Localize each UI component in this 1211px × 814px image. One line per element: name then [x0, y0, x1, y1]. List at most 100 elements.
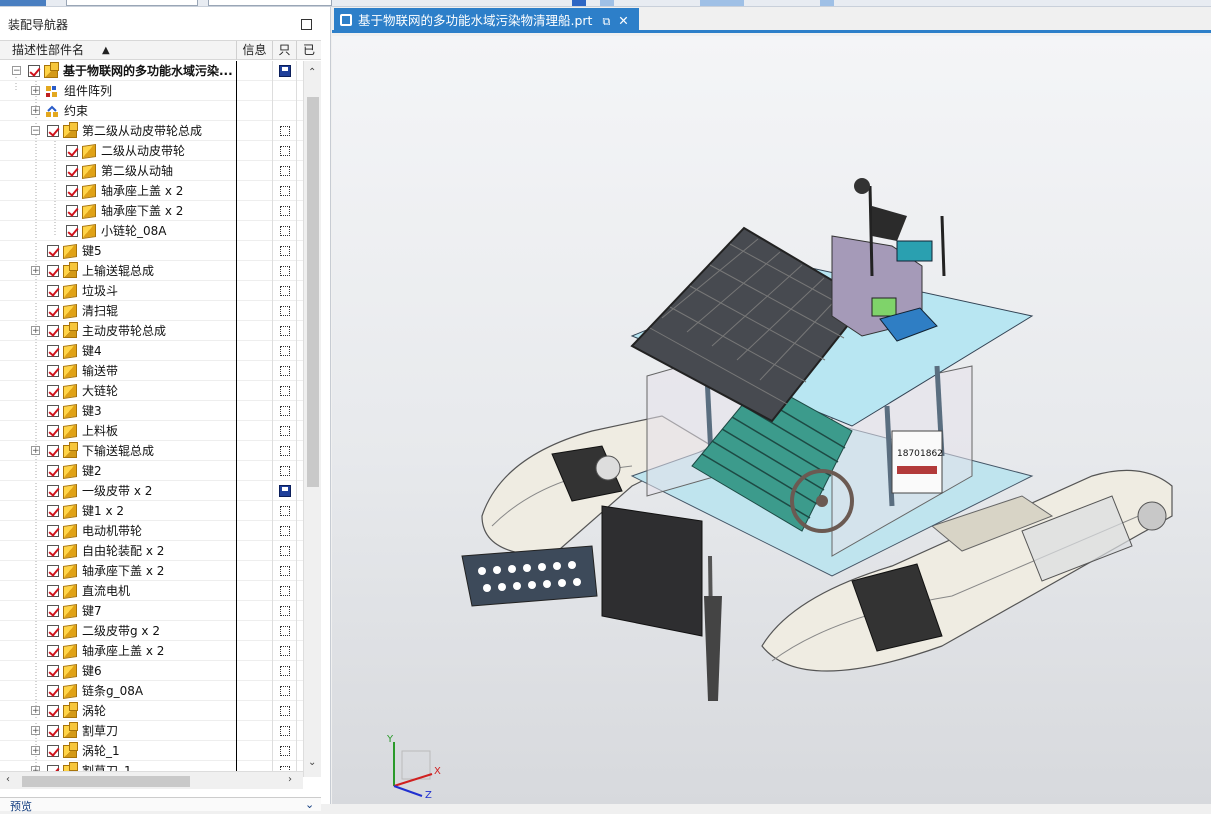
expand-icon[interactable]: + — [31, 266, 40, 276]
chevron-down-icon[interactable]: ⌄ — [305, 798, 314, 811]
visibility-checkbox[interactable] — [47, 125, 59, 137]
expand-icon[interactable]: + — [31, 106, 40, 116]
preview-section-header[interactable]: 预览 ⌄ — [0, 797, 321, 813]
scroll-right-icon[interactable]: › — [288, 774, 292, 785]
visibility-checkbox[interactable] — [47, 465, 59, 477]
visibility-checkbox[interactable] — [47, 365, 59, 377]
visibility-checkbox[interactable] — [47, 325, 59, 337]
visibility-checkbox[interactable] — [47, 345, 59, 357]
tree-row[interactable]: + 主动皮带轮总成 — [0, 321, 303, 341]
tree-row[interactable]: + 涡轮_1 — [0, 741, 303, 761]
column-readonly-header[interactable]: 只 — [273, 41, 297, 60]
visibility-checkbox[interactable] — [47, 525, 59, 537]
tree-row[interactable]: 轴承座上盖 x 2 — [0, 181, 303, 201]
visibility-checkbox[interactable] — [47, 285, 59, 297]
toolbar-combo-1[interactable] — [66, 0, 198, 6]
scrollbar-thumb[interactable] — [22, 776, 190, 787]
tree-row[interactable]: + 组件阵列 — [0, 81, 303, 101]
visibility-checkbox[interactable] — [47, 645, 59, 657]
toolbar-button[interactable] — [600, 0, 614, 6]
tree-row[interactable]: 电动机带轮 — [0, 521, 303, 541]
scrollbar-thumb[interactable] — [307, 97, 319, 487]
visibility-checkbox[interactable] — [47, 305, 59, 317]
visibility-checkbox[interactable] — [47, 445, 59, 457]
close-icon[interactable]: ✕ — [618, 8, 628, 33]
tree-row[interactable]: + 下输送辊总成 — [0, 441, 303, 461]
navigator-horizontal-scrollbar[interactable]: ‹ › — [0, 771, 303, 789]
visibility-checkbox[interactable] — [66, 225, 78, 237]
tree-row[interactable]: 垃圾斗 — [0, 281, 303, 301]
visibility-checkbox[interactable] — [47, 245, 59, 257]
tree-row[interactable]: + 割草刀_1 — [0, 761, 303, 771]
expand-icon[interactable]: + — [31, 86, 40, 96]
toolbar-button[interactable] — [572, 0, 586, 6]
tree-row[interactable]: 键1 x 2 — [0, 501, 303, 521]
tree-row[interactable]: 大链轮 — [0, 381, 303, 401]
collapse-icon[interactable]: − — [31, 126, 40, 136]
tree-row[interactable]: + 割草刀 — [0, 721, 303, 741]
visibility-checkbox[interactable] — [47, 425, 59, 437]
toolbar-button[interactable] — [820, 0, 834, 6]
column-name-header[interactable]: 描述性部件名 ▲ — [0, 41, 237, 60]
ribbon-tab[interactable] — [0, 0, 46, 6]
tree-row[interactable]: − 基于物联网的多功能水域污染... — [0, 61, 303, 81]
visibility-checkbox[interactable] — [47, 745, 59, 757]
scroll-up-icon[interactable]: ⌃ — [308, 67, 316, 78]
collapse-icon[interactable]: − — [12, 66, 21, 76]
navigator-vertical-scrollbar[interactable]: ⌃ ⌄ — [303, 61, 321, 777]
tree-row[interactable]: 输送带 — [0, 361, 303, 381]
tree-row[interactable]: 轴承座下盖 x 2 — [0, 561, 303, 581]
visibility-checkbox[interactable] — [47, 265, 59, 277]
tree-row[interactable]: 清扫辊 — [0, 301, 303, 321]
tree-row[interactable]: − 第二级从动皮带轮总成 — [0, 121, 303, 141]
expand-icon[interactable]: + — [31, 706, 40, 716]
expand-icon[interactable]: + — [31, 726, 40, 736]
visibility-checkbox[interactable] — [47, 705, 59, 717]
visibility-checkbox[interactable] — [66, 145, 78, 157]
visibility-checkbox[interactable] — [47, 585, 59, 597]
tree-row[interactable]: + 涡轮 — [0, 701, 303, 721]
tree-row[interactable]: 键4 — [0, 341, 303, 361]
tree-row[interactable]: 上料板 — [0, 421, 303, 441]
tree-row[interactable]: 小链轮_08A — [0, 221, 303, 241]
visibility-checkbox[interactable] — [47, 565, 59, 577]
document-tab[interactable]: 基于物联网的多功能水域污染物清理船.prt ⧉ ✕ — [334, 8, 639, 33]
tree-row[interactable]: 键2 — [0, 461, 303, 481]
visibility-checkbox[interactable] — [66, 185, 78, 197]
scroll-left-icon[interactable]: ‹ — [6, 774, 10, 785]
column-modified-header[interactable]: 已 — [297, 41, 321, 60]
tree-row[interactable]: 一级皮带 x 2 — [0, 481, 303, 501]
tree-row[interactable]: + 上输送辊总成 — [0, 261, 303, 281]
expand-icon[interactable]: + — [31, 326, 40, 336]
tree-row[interactable]: + 约束 — [0, 101, 303, 121]
visibility-checkbox[interactable] — [47, 545, 59, 557]
tree-row[interactable]: 键7 — [0, 601, 303, 621]
tree-row[interactable]: 轴承座上盖 x 2 — [0, 641, 303, 661]
tree-row[interactable]: 二级皮带g x 2 — [0, 621, 303, 641]
popout-icon[interactable]: ⧉ — [602, 9, 610, 34]
visibility-checkbox[interactable] — [47, 685, 59, 697]
visibility-checkbox[interactable] — [47, 665, 59, 677]
tree-row[interactable]: 键3 — [0, 401, 303, 421]
tree-row[interactable]: 直流电机 — [0, 581, 303, 601]
toolbar-button[interactable] — [700, 0, 744, 6]
tree-row[interactable]: 轴承座下盖 x 2 — [0, 201, 303, 221]
maximize-icon[interactable] — [301, 19, 312, 30]
tree-row[interactable]: 链条g_08A — [0, 681, 303, 701]
toolbar-combo-2[interactable] — [208, 0, 332, 6]
graphics-viewport[interactable]: 1870 1862 Y X Z — [332, 36, 1211, 804]
visibility-checkbox[interactable] — [47, 405, 59, 417]
visibility-checkbox[interactable] — [47, 725, 59, 737]
column-info-header[interactable]: 信息 — [237, 41, 273, 60]
visibility-checkbox[interactable] — [28, 65, 40, 77]
visibility-checkbox[interactable] — [47, 605, 59, 617]
tree-row[interactable]: 二级从动皮带轮 — [0, 141, 303, 161]
tree-row[interactable]: 键5 — [0, 241, 303, 261]
expand-icon[interactable]: + — [31, 746, 40, 756]
tree-row[interactable]: 键6 — [0, 661, 303, 681]
visibility-checkbox[interactable] — [47, 485, 59, 497]
visibility-checkbox[interactable] — [47, 505, 59, 517]
visibility-checkbox[interactable] — [66, 165, 78, 177]
visibility-checkbox[interactable] — [66, 205, 78, 217]
visibility-checkbox[interactable] — [47, 625, 59, 637]
